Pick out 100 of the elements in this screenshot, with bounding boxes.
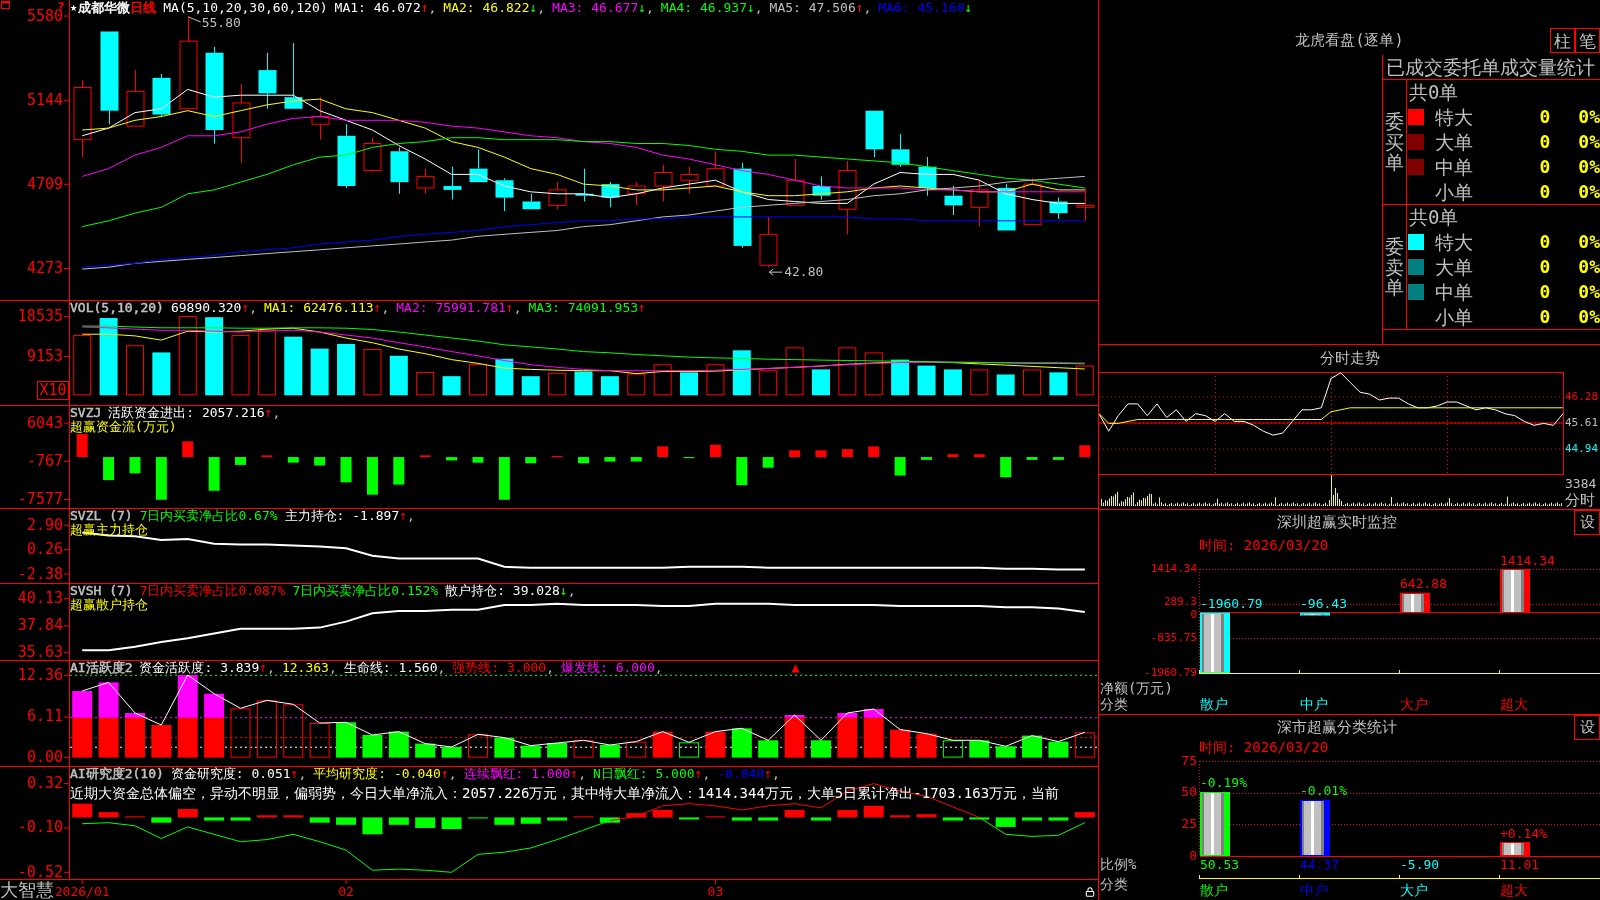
candlestick	[865, 110, 884, 158]
axis-tick-label: -7577	[17, 490, 63, 508]
axis-tick-label: 4709	[26, 174, 63, 193]
change-label: -0.01%	[1300, 783, 1347, 799]
bar-value-label: 1414.34	[1500, 555, 1555, 568]
indicator-value: 7日内买卖净占比0.087%	[139, 583, 286, 598]
brand-name: 大智慧	[0, 880, 54, 900]
order-total: 共0单	[1409, 81, 1459, 104]
settings-button[interactable]: 设	[1574, 510, 1600, 535]
indicator-value: MA5: 47.506↑,	[769, 0, 872, 15]
axis-tick-label: 0.32	[26, 774, 63, 793]
order-size-label: 中单	[1435, 280, 1474, 303]
candlestick	[258, 52, 277, 110]
order-count: 0	[1538, 155, 1552, 178]
chart-date: 时间: 2026/03/20	[1199, 740, 1329, 754]
candlestick	[548, 181, 567, 210]
indicator-value: MA6: 45.160↓	[878, 0, 973, 15]
candlestick	[1049, 197, 1068, 220]
low-price-label: 42.80	[784, 263, 824, 279]
axis-tick-label: 9153	[26, 346, 63, 365]
change-label: -0.19%	[1200, 775, 1247, 791]
order-count: 0	[1538, 180, 1552, 203]
indicator-value: 7日内买卖净占比0.67%	[139, 508, 278, 523]
window-icon[interactable]	[1, 1, 10, 9]
candlestick	[469, 148, 488, 183]
axis-tick-label: -1960.79	[1144, 666, 1197, 679]
chart-date: 时间: 2026/03/20	[1199, 537, 1329, 553]
order-percent: 0%	[1577, 231, 1600, 254]
order-percent: 0%	[1577, 305, 1600, 328]
candlestick	[152, 73, 171, 117]
candlestick	[416, 168, 435, 195]
category-label: 中户	[1300, 696, 1328, 712]
pane-title: 日线	[130, 0, 157, 15]
order-count: 0	[1538, 131, 1552, 153]
indicator-value: 散户持仓: 39.028↓,	[445, 583, 576, 598]
order-size-label: 特大	[1435, 106, 1474, 129]
bar-value-label: 50.53	[1200, 856, 1240, 872]
order-size-label: 小单	[1435, 305, 1474, 328]
axis-tick-label: 0.00	[26, 748, 63, 766]
indicator-value: MA1: 46.072↑,	[334, 0, 437, 15]
panel-title: 龙虎看盘(逐单)	[1295, 32, 1404, 49]
chart-title: 深市超赢分类统计	[1276, 719, 1397, 736]
candlestick	[944, 185, 963, 216]
order-count: 0	[1538, 231, 1552, 254]
axis-tick-label: 46.28	[1565, 389, 1599, 403]
axis-tick-label: 2.90	[26, 515, 63, 534]
category-label: 散户	[1200, 696, 1228, 712]
x-axis-title: 分类	[1100, 876, 1128, 892]
scale-factor-label: X10	[37, 381, 69, 400]
axis-tick-label: 6043	[26, 413, 63, 432]
indicator-subtitle: 超赢散户持仓	[70, 598, 149, 612]
indicator-value: MA3: 74091.953↑	[528, 300, 646, 315]
indicator-value: 资金研究度: 0.051↑,	[170, 766, 307, 781]
indicator-value: MA1: 62476.113↑,	[264, 300, 390, 315]
axis-tick-label: 0.26	[26, 540, 63, 559]
candlestick	[575, 168, 594, 202]
category-label: 中户	[1300, 882, 1328, 898]
candlestick	[363, 137, 382, 172]
axis-tick-label: 4273	[26, 259, 63, 277]
candlestick	[284, 42, 303, 110]
candlestick	[918, 156, 937, 197]
indicator-value: 平均研究度: -0.040↑,	[313, 766, 457, 781]
y-axis-title: 比例%	[1100, 856, 1137, 872]
date-label: 02	[338, 883, 354, 899]
date-label: 2026/01	[56, 883, 110, 899]
picture-bar-shading	[1302, 800, 1324, 855]
indicator-value: 生命线: 1.560,	[343, 660, 446, 675]
candlestick	[680, 166, 699, 195]
group-label: 委买单	[1385, 110, 1404, 174]
candlestick	[706, 150, 725, 187]
order-count: 0	[1538, 305, 1552, 328]
candlestick	[654, 164, 673, 202]
order-percent: 0%	[1577, 131, 1600, 153]
settings-button[interactable]: 设	[1574, 715, 1600, 740]
chart-mode-button[interactable]: 柱	[1550, 28, 1575, 53]
indicator-value: 7日内买卖净占比0.152%	[292, 583, 439, 598]
indicator-subtitle: 超赢资金流(万元)	[70, 420, 177, 434]
axis-tick-label: 25	[1181, 815, 1197, 831]
candlestick	[1076, 187, 1095, 222]
candlestick	[970, 179, 989, 228]
axis-tick-label: 44.94	[1565, 442, 1599, 456]
order-size-label: 特大	[1435, 231, 1474, 254]
x-axis-title: 分类	[1100, 696, 1128, 712]
order-percent: 0%	[1577, 155, 1600, 178]
order-size-label: 大单	[1435, 131, 1474, 153]
indicator-value: MA4: 46.937↓,	[660, 0, 763, 15]
axis-tick-label: -0.10	[17, 818, 63, 837]
indicator-value: MA3: 46.677↓,	[552, 0, 654, 15]
picture-bar-shading	[1502, 843, 1524, 855]
axis-tick-label: 75	[1181, 754, 1197, 768]
chart-mode-button[interactable]: 笔	[1575, 28, 1600, 53]
order-percent: 0%	[1577, 256, 1600, 278]
candlestick	[812, 175, 831, 201]
chart-title: 深圳超赢实时监控	[1276, 514, 1397, 531]
axis-tick-label: 35.63	[17, 642, 63, 660]
category-label: 大户	[1400, 696, 1428, 712]
candlestick	[1023, 177, 1042, 226]
star-mark: ★	[70, 0, 78, 15]
pane-title: SVSH (7)	[70, 583, 133, 598]
bar-value-label: 44.37	[1300, 856, 1340, 872]
